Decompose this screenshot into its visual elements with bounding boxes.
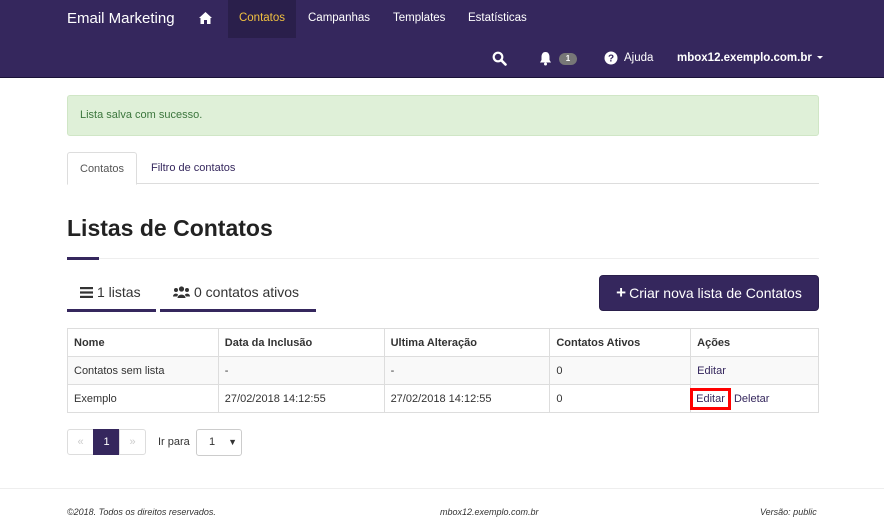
goto-page-label: Ir para	[158, 436, 190, 448]
caret-down-icon	[816, 56, 823, 60]
nav-templates[interactable]: Templates	[381, 0, 457, 38]
footer-copyright: ©2018. Todos os direitos reservados.	[67, 507, 216, 517]
cell-name: Contatos sem lista	[67, 356, 219, 385]
highlight-box: Editar	[690, 387, 731, 410]
title-accent-bar	[67, 257, 99, 260]
pagination-page-current[interactable]: 1	[93, 429, 120, 455]
lists-count-stat: 1 listas	[67, 280, 156, 312]
active-contacts-count: 0 contatos ativos	[194, 284, 300, 300]
lists-count: 1 listas	[97, 284, 141, 300]
title-divider	[67, 258, 819, 259]
content-tabs: Contatos Filtro de contatos	[67, 152, 819, 185]
search-icon[interactable]	[492, 51, 507, 66]
cell-created: 27/02/2018 14:12:55	[217, 384, 385, 413]
pagination-next[interactable]: »	[119, 429, 146, 455]
table-row: Contatos sem lista - - 0 Editar	[67, 356, 819, 385]
cell-modified: 27/02/2018 14:12:55	[383, 384, 551, 413]
footer-version: Versão: public	[760, 507, 817, 517]
cell-actions: Editar	[690, 356, 819, 385]
bell-icon[interactable]	[538, 51, 553, 66]
nav-contatos[interactable]: Contatos	[228, 0, 296, 38]
cell-actions: Editar Deletar	[690, 384, 819, 413]
create-list-label: Criar nova lista de Contatos	[629, 285, 802, 301]
question-circle-icon[interactable]: ?	[604, 51, 618, 65]
user-menu[interactable]: mbox12.exemplo.com.br	[677, 51, 823, 65]
column-header-nome[interactable]: Nome	[67, 328, 219, 357]
edit-link[interactable]: Editar	[697, 365, 726, 377]
create-list-button[interactable]: + Criar nova lista de Contatos	[599, 275, 819, 311]
tab-filtro-de-contatos[interactable]: Filtro de contatos	[139, 152, 247, 184]
cell-active-count: 0	[549, 356, 692, 385]
home-icon[interactable]	[198, 11, 213, 25]
users-icon	[173, 286, 190, 298]
footer-divider	[0, 488, 884, 489]
list-icon	[80, 286, 93, 298]
active-contacts-stat: 0 contatos ativos	[160, 280, 316, 312]
top-navbar: Email Marketing Contatos Campanhas Templ…	[0, 0, 884, 78]
column-header-acoes: Ações	[690, 328, 819, 357]
pagination: « 1 »	[67, 429, 146, 455]
delete-link[interactable]: Deletar	[734, 393, 769, 405]
goto-page-value: 1	[209, 436, 216, 448]
edit-link[interactable]: Editar	[696, 393, 725, 405]
dropdown-arrow-icon: ▼	[228, 437, 237, 447]
goto-page-select[interactable]: 1 ▼	[196, 429, 242, 456]
help-link[interactable]: Ajuda	[624, 51, 653, 65]
notification-badge: 1	[559, 53, 577, 65]
column-header-data-inclusao[interactable]: Data da Inclusão	[217, 328, 385, 357]
cell-name: Exemplo	[67, 384, 219, 413]
cell-created: -	[217, 356, 385, 385]
plus-icon: +	[616, 283, 627, 302]
pagination-prev[interactable]: «	[67, 429, 94, 455]
contact-lists-table: Nome Data da Inclusão Ultima Alteração C…	[67, 328, 819, 413]
success-alert: Lista salva com sucesso.	[67, 95, 819, 136]
column-header-ultima-alteracao[interactable]: Ultima Alteração	[383, 328, 551, 357]
svg-text:?: ?	[608, 54, 614, 65]
table-row: Exemplo 27/02/2018 14:12:55 27/02/2018 1…	[67, 384, 819, 413]
brand-logo[interactable]: Email Marketing	[67, 10, 175, 28]
page-title: Listas de Contatos	[67, 215, 273, 241]
footer-host: mbox12.exemplo.com.br	[440, 507, 539, 517]
nav-estatisticas[interactable]: Estatísticas	[456, 0, 539, 38]
cell-active-count: 0	[549, 384, 692, 413]
nav-campanhas[interactable]: Campanhas	[296, 0, 382, 38]
tab-contatos[interactable]: Contatos	[67, 152, 138, 185]
table-header-row: Nome Data da Inclusão Ultima Alteração C…	[67, 328, 819, 357]
cell-modified: -	[383, 356, 551, 385]
user-name: mbox12.exemplo.com.br	[677, 52, 812, 64]
column-header-contatos-ativos[interactable]: Contatos Ativos	[549, 328, 692, 357]
